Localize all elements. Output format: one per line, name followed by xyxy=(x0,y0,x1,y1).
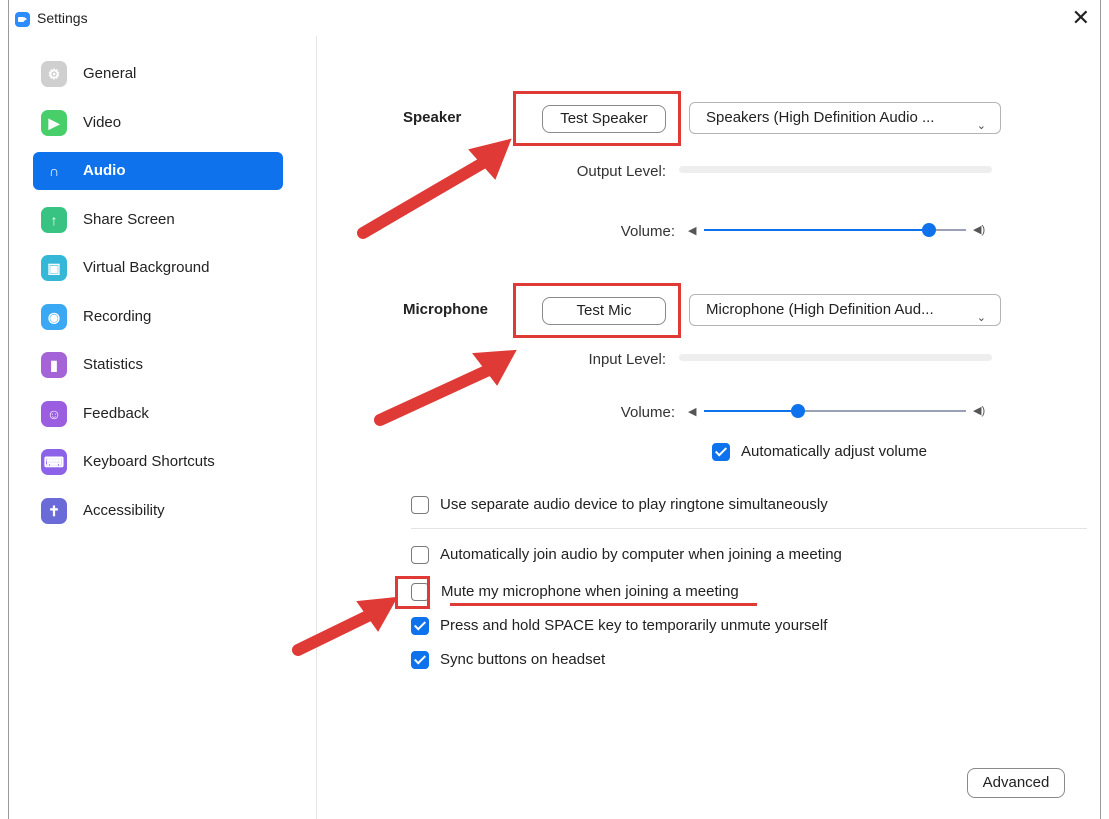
arrow-to-mute-checkbox xyxy=(292,606,382,656)
arrow-to-test-speaker xyxy=(357,154,494,239)
annotation-arrows xyxy=(292,138,517,656)
arrow-to-test-mic xyxy=(374,362,499,426)
